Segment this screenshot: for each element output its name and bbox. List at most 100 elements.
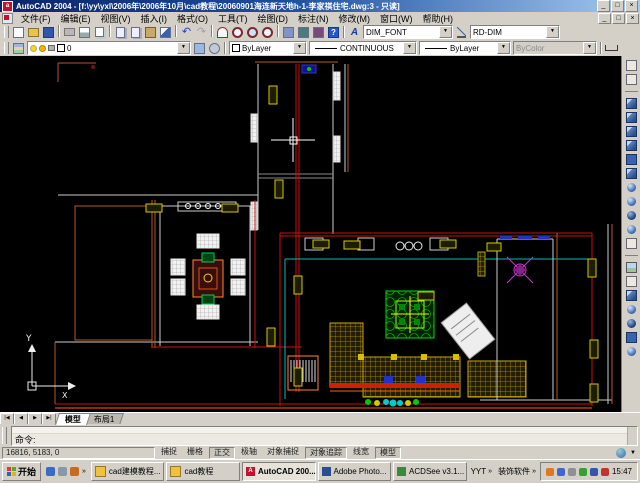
flat-shaded-edges-icon[interactable] xyxy=(624,208,639,222)
zoom-window-icon[interactable] xyxy=(245,25,260,39)
menu-item-2[interactable]: 视图(V) xyxy=(96,14,136,24)
match-properties-icon[interactable] xyxy=(158,25,173,39)
taskbar-button-4[interactable]: ACDSee v3.1... xyxy=(393,462,467,481)
communication-center-icon[interactable] xyxy=(616,448,626,458)
camera-view-icon[interactable] xyxy=(624,72,639,86)
taskbar-toolbar-0[interactable]: YYT» xyxy=(469,466,494,477)
toggle-对象捕捉[interactable]: 对象捕捉 xyxy=(263,447,303,457)
toggle-极轴[interactable]: 极轴 xyxy=(237,447,261,457)
close-button[interactable]: × xyxy=(625,0,638,12)
open-icon[interactable] xyxy=(26,25,41,39)
tab-model[interactable]: 模型 xyxy=(55,413,91,425)
chevron-icon[interactable]: » xyxy=(82,468,86,475)
document-icon[interactable] xyxy=(2,13,13,24)
menu-item-8[interactable]: 修改(M) xyxy=(334,14,376,24)
download-manager-icon[interactable] xyxy=(579,468,587,476)
redo-icon[interactable] xyxy=(194,25,209,39)
menu-item-1[interactable]: 编辑(E) xyxy=(56,14,96,24)
menu-item-5[interactable]: 工具(T) xyxy=(213,14,253,24)
chevron-down-icon[interactable]: ▼ xyxy=(497,42,510,54)
menu-item-9[interactable]: 窗口(W) xyxy=(375,14,418,24)
dim-style-icon[interactable] xyxy=(454,25,469,39)
tool-palettes-icon[interactable] xyxy=(311,25,326,39)
doc-restore-button[interactable]: □ xyxy=(612,13,625,24)
new-icon[interactable] xyxy=(11,25,26,39)
menu-item-4[interactable]: 格式(O) xyxy=(172,14,213,24)
chevron-down-icon[interactable]: ▼ xyxy=(546,26,559,38)
toggle-捕捉[interactable]: 捕捉 xyxy=(157,447,181,457)
scanner-icon[interactable] xyxy=(568,468,576,476)
drawing-area[interactable]: YX xyxy=(0,56,640,412)
command-window-grip[interactable] xyxy=(2,427,7,444)
mapping-icon[interactable] xyxy=(624,330,639,344)
flat-shaded-icon[interactable] xyxy=(624,180,639,194)
render-image-icon[interactable] xyxy=(624,260,639,274)
layer-previous-icon[interactable] xyxy=(207,41,222,55)
plot-icon[interactable] xyxy=(62,25,77,39)
chevron-down-icon[interactable]: ▼ xyxy=(439,26,452,38)
command-scrollbar[interactable] xyxy=(627,427,637,445)
firewall-shield-icon[interactable] xyxy=(590,468,598,476)
menu-item-6[interactable]: 绘图(D) xyxy=(253,14,294,24)
chevron-down-icon[interactable]: ▼ xyxy=(293,42,306,54)
taskbar-button-2[interactable]: AAutoCAD 200... xyxy=(242,462,316,481)
menu-item-3[interactable]: 插入(I) xyxy=(136,14,173,24)
print-preview-icon[interactable] xyxy=(77,25,92,39)
media-player-icon[interactable] xyxy=(70,467,79,476)
layer-properties-icon[interactable] xyxy=(11,41,26,55)
named-views-icon[interactable] xyxy=(624,58,639,72)
gouraud-shaded-icon[interactable] xyxy=(624,194,639,208)
make-object-layer-current-icon[interactable] xyxy=(192,41,207,55)
command-window[interactable]: 命令: xyxy=(11,426,638,446)
menu-item-7[interactable]: 标注(N) xyxy=(293,14,334,24)
zoom-realtime-icon[interactable] xyxy=(230,25,245,39)
color-control-combo[interactable]: ByLayer ▼ xyxy=(229,41,307,55)
messenger-icon[interactable] xyxy=(601,468,609,476)
3d-orbit-icon[interactable] xyxy=(624,236,639,250)
toolbar-grip[interactable] xyxy=(4,26,9,38)
layer-lock-icon[interactable] xyxy=(48,45,55,51)
internet-explorer-icon[interactable] xyxy=(46,467,55,476)
publish-icon[interactable] xyxy=(92,25,107,39)
toggle-正交[interactable]: 正交 xyxy=(209,447,235,459)
help-icon[interactable] xyxy=(326,25,341,39)
command-prompt[interactable]: 命令: xyxy=(12,434,637,445)
doc-close-button[interactable]: × xyxy=(626,13,639,24)
nw-isometric-icon[interactable] xyxy=(624,138,639,152)
gouraud-shaded-edges-icon[interactable] xyxy=(624,222,639,236)
dim-style-combo[interactable]: RD-DIM ▼ xyxy=(470,25,560,39)
taskbar-button-0[interactable]: cad建模教程... xyxy=(91,462,165,481)
minimize-button[interactable]: _ xyxy=(597,0,610,12)
materials-icon[interactable] xyxy=(624,316,639,330)
menu-item-0[interactable]: 文件(F) xyxy=(16,14,56,24)
menu-item-10[interactable]: 帮助(H) xyxy=(418,14,459,24)
taskbar-button-3[interactable]: Adobe Photo... xyxy=(318,462,392,481)
start-button[interactable]: 开始 xyxy=(2,462,41,481)
toggle-模型[interactable]: 模型 xyxy=(375,447,401,459)
status-menu-arrow-icon[interactable]: ▼ xyxy=(628,450,638,456)
layer-freeze-sun-icon[interactable] xyxy=(39,45,46,52)
se-isometric-icon[interactable] xyxy=(624,110,639,124)
text-style-icon[interactable] xyxy=(347,25,362,39)
chevron-down-icon[interactable]: ▼ xyxy=(403,42,416,54)
chevron-icon[interactable]: » xyxy=(532,468,536,475)
copy-icon[interactable] xyxy=(128,25,143,39)
linetype-combo[interactable]: CONTINUOUS ▼ xyxy=(309,41,417,55)
chevron-down-icon[interactable]: ▼ xyxy=(177,42,190,54)
layer-combo[interactable]: 0 ▼ xyxy=(27,41,191,55)
pan-realtime-icon[interactable] xyxy=(215,25,230,39)
input-method-icon[interactable] xyxy=(546,468,554,476)
toolbar-grip[interactable] xyxy=(4,42,9,54)
render-box-icon[interactable] xyxy=(624,288,639,302)
properties-icon[interactable] xyxy=(281,25,296,39)
layer-on-bulb-icon[interactable] xyxy=(30,45,37,52)
scenes-icon[interactable] xyxy=(624,274,639,288)
paste-icon[interactable] xyxy=(143,25,158,39)
zoom-previous-icon[interactable] xyxy=(260,25,275,39)
floor-plan-canvas[interactable]: YX xyxy=(0,56,621,412)
ne-isometric-icon[interactable] xyxy=(624,124,639,138)
hide-icon[interactable] xyxy=(624,152,639,166)
undo-icon[interactable] xyxy=(179,25,194,39)
restore-button[interactable]: □ xyxy=(611,0,624,12)
volume-icon[interactable] xyxy=(557,468,565,476)
